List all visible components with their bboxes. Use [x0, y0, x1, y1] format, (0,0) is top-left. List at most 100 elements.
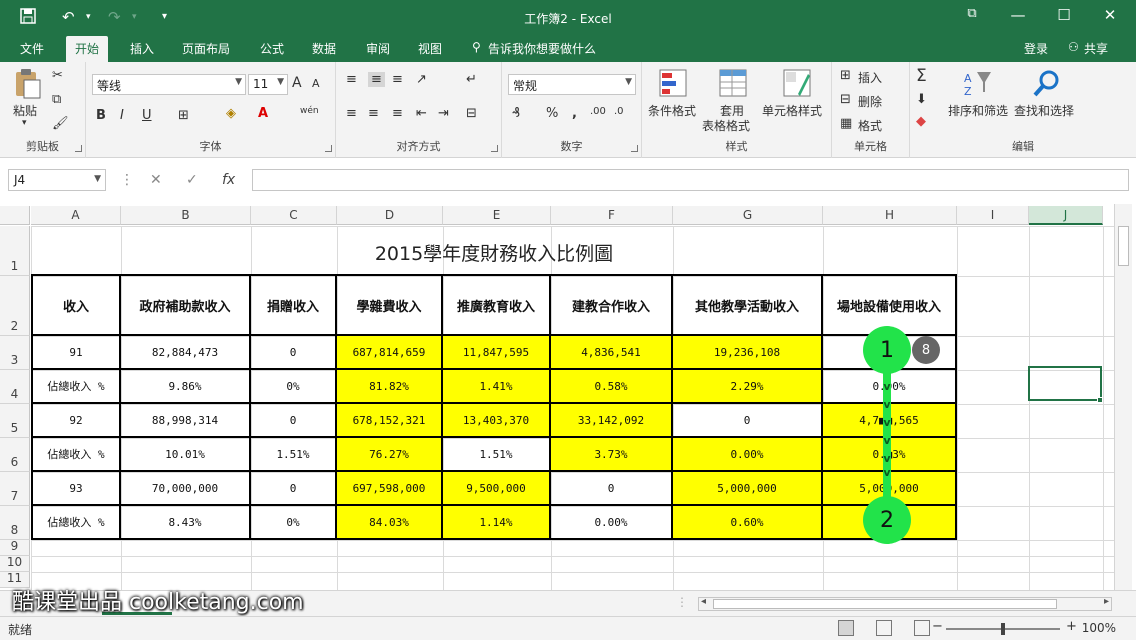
table-cell[interactable]: 92 [33, 404, 121, 438]
table-cell[interactable]: 0 [251, 472, 337, 506]
cell-styles-icon[interactable] [782, 68, 812, 98]
worksheet[interactable]: ABCDEFGHIJ 1 2 3 4 5 6 7 8 9 10 11 2015學年度財務收入比例圖 … [0, 204, 1136, 590]
fill-icon[interactable]: ⬇ [916, 92, 927, 107]
zoom-out-icon[interactable]: − [932, 619, 943, 634]
table-cell[interactable]: 5,000,000 [673, 472, 823, 506]
align-right-icon[interactable]: ≡ [392, 106, 403, 121]
table-cell[interactable]: 0 [551, 472, 673, 506]
currency-icon[interactable]: ₰ [512, 106, 520, 121]
vertical-scroll-thumb[interactable] [1118, 226, 1129, 266]
table-cell[interactable]: 1.51% [443, 438, 551, 472]
horizontal-scroll-thumb[interactable] [713, 599, 1057, 609]
table-cell[interactable]: 10.01% [121, 438, 251, 472]
table-cell[interactable]: 0% [251, 506, 337, 540]
table-cell[interactable]: 687,814,659 [337, 336, 443, 370]
bold-button[interactable]: B [96, 108, 106, 123]
find-select-button[interactable]: 查找和选择 [1014, 102, 1074, 119]
table-cell[interactable]: 0.00% [551, 506, 673, 540]
borders-icon[interactable]: ⊞ [178, 108, 189, 123]
tab-insert[interactable]: 插入 [124, 40, 160, 57]
normal-view-icon[interactable] [838, 620, 854, 636]
zoom-slider-knob[interactable] [1001, 623, 1005, 635]
header-cell[interactable]: 政府補助款收入 [121, 276, 251, 336]
font-size-select[interactable]: 11 ▼ [248, 74, 288, 95]
format-cells-icon[interactable]: ▦ [840, 116, 852, 131]
underline-button[interactable]: U [142, 108, 152, 123]
active-cell-j4[interactable] [1028, 366, 1102, 401]
page-layout-view-icon[interactable] [876, 620, 892, 636]
select-all-corner[interactable] [0, 206, 30, 225]
signin-link[interactable]: 登录 [1018, 40, 1054, 57]
paste-icon[interactable] [12, 68, 42, 99]
shrink-font-icon[interactable]: A [312, 77, 320, 90]
wrap-text-icon[interactable]: ↵ [466, 72, 477, 87]
table-cell[interactable]: 11,847,595 [443, 336, 551, 370]
table-cell[interactable]: 1.51% [251, 438, 337, 472]
table-cell[interactable]: 0% [251, 370, 337, 404]
font-color-icon[interactable]: A [258, 106, 268, 121]
format-as-table-icon[interactable] [718, 68, 748, 98]
table-cell[interactable]: 1.14% [443, 506, 551, 540]
table-cell[interactable]: 84.03% [337, 506, 443, 540]
ribbon-display-options-icon[interactable]: ⧉ [960, 6, 984, 28]
tab-page-layout[interactable]: 页面布局 [176, 40, 236, 57]
align-middle-icon[interactable]: ≡ [368, 72, 385, 87]
table-cell[interactable]: 81.82% [337, 370, 443, 404]
row-header-4[interactable]: 4 [0, 370, 30, 404]
column-header-i[interactable]: I [957, 206, 1029, 225]
table-cell[interactable]: 9,500,000 [443, 472, 551, 506]
format-cells-button[interactable]: 格式 [858, 117, 882, 134]
tell-me-box[interactable]: 告诉我你想要做什么 [482, 40, 602, 57]
row-header-7[interactable]: 7 [0, 472, 30, 506]
format-painter-icon[interactable]: 🖌 [52, 116, 69, 131]
decrease-decimal-icon[interactable]: .0 [614, 106, 624, 117]
row-header-6[interactable]: 6 [0, 438, 30, 472]
maximize-button[interactable]: ☐ [1052, 6, 1076, 28]
table-cell[interactable]: 8.43% [121, 506, 251, 540]
column-header-g[interactable]: G [673, 206, 823, 225]
insert-cells-icon[interactable]: ⊞ [840, 68, 851, 83]
share-button[interactable]: 共享 [1078, 40, 1114, 57]
increase-decimal-icon[interactable]: .00 [590, 106, 606, 117]
align-bottom-icon[interactable]: ≡ [392, 72, 403, 87]
table-cell[interactable]: 91 [33, 336, 121, 370]
table-cell[interactable]: 76.27% [337, 438, 443, 472]
row-header-8[interactable]: 8 [0, 506, 30, 540]
conditional-format-button[interactable]: 条件格式 [648, 102, 696, 119]
row-header-3[interactable]: 3 [0, 336, 30, 370]
table-cell[interactable]: 93 [33, 472, 121, 506]
orientation-icon[interactable]: ↗ [416, 72, 427, 87]
tab-review[interactable]: 审阅 [360, 40, 396, 57]
sort-filter-icon[interactable]: AZ [962, 68, 992, 98]
name-box[interactable]: J4 ▼ [8, 169, 106, 191]
scroll-right-icon[interactable]: ▸ [1104, 596, 1109, 607]
increase-indent-icon[interactable]: ⇥ [438, 106, 449, 121]
column-header-b[interactable]: B [121, 206, 251, 225]
table-cell[interactable]: 88,998,314 [121, 404, 251, 438]
sheet-title[interactable]: 2015學年度財務收入比例圖 [31, 226, 957, 276]
table-cell[interactable]: 2.29% [673, 370, 823, 404]
table-cell[interactable]: 3.73% [551, 438, 673, 472]
italic-button[interactable]: I [120, 108, 124, 123]
fill-handle[interactable] [1097, 397, 1103, 403]
row-header-10[interactable]: 10 [0, 555, 30, 572]
column-header-f[interactable]: F [551, 206, 673, 225]
table-cell[interactable]: 0.60% [673, 506, 823, 540]
tab-home[interactable]: 开始 [66, 36, 109, 62]
grow-font-icon[interactable]: A [292, 75, 302, 91]
table-cell[interactable]: 678,152,321 [337, 404, 443, 438]
table-cell[interactable]: 0.58% [551, 370, 673, 404]
tab-file[interactable]: 文件 [14, 40, 50, 57]
paste-label[interactable]: 粘贴 [13, 102, 37, 119]
column-header-h[interactable]: H [823, 206, 957, 225]
column-header-c[interactable]: C [251, 206, 337, 225]
delete-cells-button[interactable]: 删除 [858, 93, 882, 110]
clear-icon[interactable]: ◆ [916, 114, 926, 129]
cell-styles-button[interactable]: 单元格样式 [762, 102, 822, 119]
table-cell[interactable]: 19,236,108 [673, 336, 823, 370]
paste-dropdown-icon[interactable]: ▾ [22, 118, 27, 128]
percent-button[interactable]: % [546, 106, 558, 121]
table-cell[interactable]: 0.00% [673, 438, 823, 472]
row-header-2[interactable]: 2 [0, 276, 30, 336]
align-top-icon[interactable]: ≡ [346, 72, 357, 87]
